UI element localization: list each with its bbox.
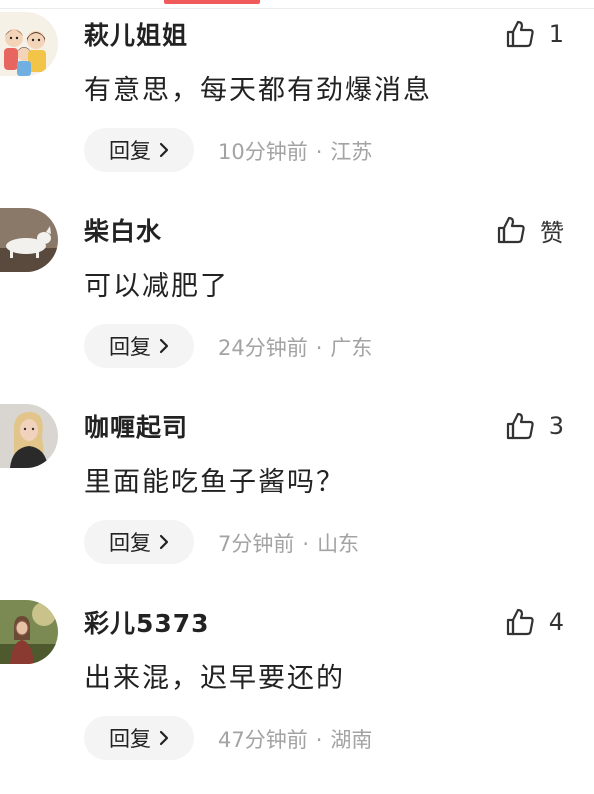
- username[interactable]: 咖喱起司: [84, 408, 188, 444]
- chevron-right-icon: [159, 534, 169, 550]
- comment-location: 江苏: [330, 140, 373, 164]
- comment-meta: 7分钟前 · 山东: [218, 532, 360, 556]
- comment-time: 10分钟前: [218, 140, 308, 164]
- reply-label: 回复: [109, 531, 151, 555]
- comment-text: 出来混，迟早要还的: [84, 663, 345, 694]
- like-button[interactable]: 4: [505, 602, 564, 642]
- like-count: 1: [548, 20, 564, 48]
- reply-button[interactable]: 回复: [84, 128, 194, 172]
- like-count: 4: [548, 608, 564, 636]
- comment-meta: 10分钟前 · 江苏: [218, 140, 373, 164]
- comment-time: 47分钟前: [218, 728, 308, 752]
- comment-text: 有意思，每天都有劲爆消息: [84, 75, 432, 106]
- woman-outdoor-avatar[interactable]: [0, 600, 58, 664]
- comment-item: 彩儿5373 4 出来混，迟早要还的 回复 47分钟前 · 湖南: [0, 598, 594, 794]
- like-button[interactable]: 3: [505, 406, 564, 446]
- username[interactable]: 柴白水: [84, 212, 162, 248]
- like-count: 3: [548, 412, 564, 440]
- username[interactable]: 萩儿姐姐: [84, 16, 188, 52]
- like-button[interactable]: 1: [505, 14, 564, 54]
- comment-meta: 24分钟前 · 广东: [218, 336, 373, 360]
- comment-item: 萩儿姐姐 1 有意思，每天都有劲爆消息 回复 10分钟前 · 江苏: [0, 10, 594, 206]
- thumbs-up-icon: [505, 411, 535, 441]
- comment-location: 湖南: [330, 728, 373, 752]
- comment-time: 24分钟前: [218, 336, 308, 360]
- like-label: 赞: [540, 218, 564, 247]
- comment-text: 可以减肥了: [84, 271, 229, 302]
- reply-label: 回复: [109, 727, 151, 751]
- like-button[interactable]: 赞: [496, 210, 564, 250]
- thumbs-up-icon: [505, 19, 535, 49]
- thumbs-up-icon: [496, 215, 526, 245]
- chevron-right-icon: [159, 338, 169, 354]
- reply-button[interactable]: 回复: [84, 716, 194, 760]
- username[interactable]: 彩儿5373: [84, 604, 210, 640]
- reply-label: 回复: [109, 335, 151, 359]
- comment-item: 柴白水 赞 可以减肥了 回复 24分钟前 · 广东: [0, 206, 594, 402]
- chevron-right-icon: [159, 142, 169, 158]
- blonde-woman-avatar[interactable]: [0, 404, 58, 468]
- comment-time: 7分钟前: [218, 532, 295, 556]
- comment-text: 里面能吃鱼子酱吗？: [84, 467, 345, 498]
- comment-location: 广东: [330, 336, 373, 360]
- chevron-right-icon: [159, 730, 169, 746]
- reply-button[interactable]: 回复: [84, 520, 194, 564]
- reply-button[interactable]: 回复: [84, 324, 194, 368]
- white-dog-avatar[interactable]: [0, 208, 58, 272]
- comment-item: 咖喱起司 3 里面能吃鱼子酱吗？ 回复 7分钟前 · 山东: [0, 402, 594, 598]
- comment-meta: 47分钟前 · 湖南: [218, 728, 373, 752]
- comment-location: 山东: [317, 532, 360, 556]
- thumbs-up-icon: [505, 607, 535, 637]
- reply-label: 回复: [109, 139, 151, 163]
- cartoon-family-avatar[interactable]: [0, 12, 58, 76]
- divider: [0, 8, 594, 9]
- active-tab-indicator: [164, 0, 260, 4]
